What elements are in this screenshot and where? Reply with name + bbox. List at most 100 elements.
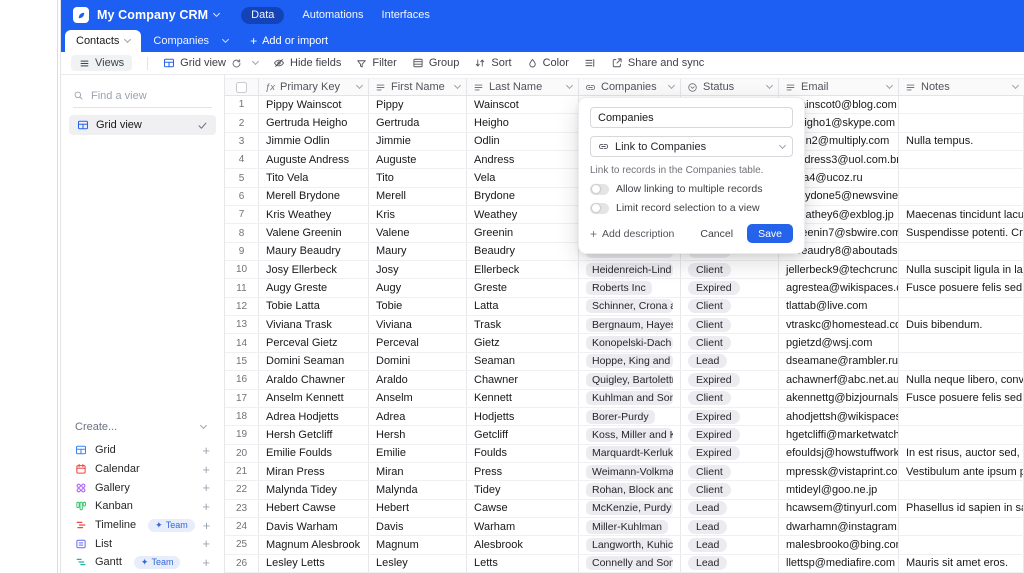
cell-notes[interactable] bbox=[899, 298, 1024, 315]
cell-first-name[interactable]: Davis bbox=[369, 518, 467, 535]
cell-notes[interactable] bbox=[899, 243, 1024, 260]
cell-status[interactable]: Client bbox=[681, 390, 779, 407]
cell-last-name[interactable]: Ellerbeck bbox=[467, 261, 579, 278]
cell-primary-key[interactable]: Hebert Cawse bbox=[259, 500, 369, 517]
table-row[interactable]: 16Araldo ChawnerAraldoChawnerQuigley, Ba… bbox=[225, 371, 1024, 389]
cell-notes[interactable] bbox=[899, 426, 1024, 443]
cell-primary-key[interactable]: Lesley Letts bbox=[259, 555, 369, 572]
cell-primary-key[interactable]: Auguste Andress bbox=[259, 151, 369, 168]
cell-email[interactable]: achawnerf@abc.net.au bbox=[779, 371, 899, 388]
row-number[interactable]: 23 bbox=[225, 500, 259, 517]
row-height-button[interactable] bbox=[584, 57, 596, 69]
cell-notes[interactable] bbox=[899, 518, 1024, 535]
cell-notes[interactable]: Nulla tempus. bbox=[899, 133, 1024, 150]
cell-last-name[interactable]: Getcliff bbox=[467, 426, 579, 443]
plus-icon[interactable]: + bbox=[202, 499, 210, 514]
table-row[interactable]: 22Malynda TideyMalyndaTideyRohan, Block … bbox=[225, 481, 1024, 499]
cell-first-name[interactable]: Emilie bbox=[369, 445, 467, 462]
row-number[interactable]: 11 bbox=[225, 279, 259, 296]
cell-notes[interactable]: Maecenas tincidunt lacus... bbox=[899, 206, 1024, 223]
cell-primary-key[interactable]: Araldo Chawner bbox=[259, 371, 369, 388]
row-number[interactable]: 26 bbox=[225, 555, 259, 572]
cell-email[interactable]: malesbrooko@bing.com bbox=[779, 536, 899, 553]
cell-last-name[interactable]: Brydone bbox=[467, 188, 579, 205]
select-all-header[interactable] bbox=[225, 79, 259, 95]
cell-status[interactable]: Client bbox=[681, 334, 779, 351]
cell-primary-key[interactable]: Pippy Wainscot bbox=[259, 96, 369, 113]
table-row[interactable]: 19Hersh GetcliffHershGetcliffKoss, Mille… bbox=[225, 426, 1024, 444]
color-button[interactable]: Color bbox=[527, 57, 569, 69]
table-row[interactable]: 26Lesley LettsLesleyLettsConnelly and So… bbox=[225, 555, 1024, 573]
cell-first-name[interactable]: Gertruda bbox=[369, 114, 467, 131]
table-row[interactable]: 20Emilie FouldsEmilieFouldsMarquardt-Ker… bbox=[225, 445, 1024, 463]
sidebar-create-grid[interactable]: Grid + bbox=[67, 441, 218, 460]
table-row[interactable]: 15Domini SeamanDominiSeamanHoppe, King a… bbox=[225, 353, 1024, 371]
table-row[interactable]: 25Magnum AlesbrookMagnumAlesbrookLangwor… bbox=[225, 536, 1024, 554]
row-number[interactable]: 19 bbox=[225, 426, 259, 443]
sidebar-create-gallery[interactable]: Gallery + bbox=[67, 478, 218, 497]
column-header-notes[interactable]: Notes bbox=[899, 79, 1024, 95]
cell-primary-key[interactable]: Tobie Latta bbox=[259, 298, 369, 315]
cell-last-name[interactable]: Tidey bbox=[467, 481, 579, 498]
cell-notes[interactable]: In est risus, auctor sed, tr... bbox=[899, 445, 1024, 462]
cell-primary-key[interactable]: Emilie Foulds bbox=[259, 445, 369, 462]
cell-email[interactable]: mpressk@vistaprint.com bbox=[779, 463, 899, 480]
cell-companies[interactable]: Heidenreich-Lind bbox=[579, 261, 681, 278]
cell-last-name[interactable]: Chawner bbox=[467, 371, 579, 388]
cell-last-name[interactable]: Trask bbox=[467, 316, 579, 333]
cell-status[interactable]: Expired bbox=[681, 371, 779, 388]
sidebar-create-calendar[interactable]: Calendar + bbox=[67, 460, 218, 479]
cell-primary-key[interactable]: Valene Greenin bbox=[259, 224, 369, 241]
cell-status[interactable]: Client bbox=[681, 261, 779, 278]
cell-first-name[interactable]: Tito bbox=[369, 169, 467, 186]
cell-notes[interactable]: Nulla suscipit ligula in lac... bbox=[899, 261, 1024, 278]
cell-first-name[interactable]: Pippy bbox=[369, 96, 467, 113]
row-number[interactable]: 18 bbox=[225, 408, 259, 425]
table-row[interactable]: 24Davis WarhamDavisWarhamMiller-KuhlmanL… bbox=[225, 518, 1024, 536]
cell-last-name[interactable]: Kennett bbox=[467, 390, 579, 407]
cell-email[interactable]: pgietzd@wsj.com bbox=[779, 334, 899, 351]
grid-view-button[interactable]: Grid view bbox=[163, 57, 258, 69]
cell-first-name[interactable]: Hebert bbox=[369, 500, 467, 517]
row-number[interactable]: 20 bbox=[225, 445, 259, 462]
limit-selection-toggle-row[interactable]: Limit record selection to a view bbox=[590, 202, 793, 214]
group-button[interactable]: Group bbox=[412, 57, 460, 69]
cell-companies[interactable]: Schinner, Crona and Paucek bbox=[579, 298, 681, 315]
chevron-down-icon[interactable] bbox=[454, 82, 461, 89]
row-number[interactable]: 10 bbox=[225, 261, 259, 278]
cell-first-name[interactable]: Araldo bbox=[369, 371, 467, 388]
cell-last-name[interactable]: Beaudry bbox=[467, 243, 579, 260]
cell-companies[interactable]: Connelly and Sons bbox=[579, 555, 681, 572]
add-description-button[interactable]: + Add description bbox=[590, 227, 674, 241]
cell-companies[interactable]: Konopelski-Dach bbox=[579, 334, 681, 351]
row-number[interactable]: 6 bbox=[225, 188, 259, 205]
filter-button[interactable]: Filter bbox=[356, 57, 396, 69]
cell-primary-key[interactable]: Davis Warham bbox=[259, 518, 369, 535]
cell-notes[interactable] bbox=[899, 188, 1024, 205]
cell-notes[interactable]: Fusce posuere felis sed l... bbox=[899, 390, 1024, 407]
allow-multiple-toggle-row[interactable]: Allow linking to multiple records bbox=[590, 183, 793, 195]
cell-first-name[interactable]: Maury bbox=[369, 243, 467, 260]
cell-last-name[interactable]: Gietz bbox=[467, 334, 579, 351]
table-row[interactable]: 21Miran PressMiranPressWeimann-VolkmanCl… bbox=[225, 463, 1024, 481]
table-row[interactable]: 23Hebert CawseHebertCawseMcKenzie, Purdy… bbox=[225, 500, 1024, 518]
row-number[interactable]: 16 bbox=[225, 371, 259, 388]
cell-notes[interactable] bbox=[899, 96, 1024, 113]
table-row[interactable]: 17Anselm KennettAnselmKennettKuhlman and… bbox=[225, 390, 1024, 408]
cell-notes[interactable] bbox=[899, 169, 1024, 186]
cell-companies[interactable]: McKenzie, Purdy and Erdman bbox=[579, 500, 681, 517]
row-number[interactable]: 1 bbox=[225, 96, 259, 113]
column-header-email[interactable]: Email bbox=[779, 79, 899, 95]
cell-last-name[interactable]: Hodjetts bbox=[467, 408, 579, 425]
row-number[interactable]: 4 bbox=[225, 151, 259, 168]
checkbox-icon[interactable] bbox=[236, 82, 247, 93]
cell-first-name[interactable]: Merell bbox=[369, 188, 467, 205]
add-or-import-button[interactable]: + Add or import bbox=[240, 30, 338, 52]
cell-status[interactable]: Client bbox=[681, 481, 779, 498]
chevron-down-icon[interactable] bbox=[200, 422, 207, 429]
cell-first-name[interactable]: Lesley bbox=[369, 555, 467, 572]
table-row[interactable]: 11Augy GresteAugyGresteRoberts IncExpire… bbox=[225, 279, 1024, 297]
cell-email[interactable]: hcawsem@tinyurl.com bbox=[779, 500, 899, 517]
cell-first-name[interactable]: Domini bbox=[369, 353, 467, 370]
row-number[interactable]: 2 bbox=[225, 114, 259, 131]
